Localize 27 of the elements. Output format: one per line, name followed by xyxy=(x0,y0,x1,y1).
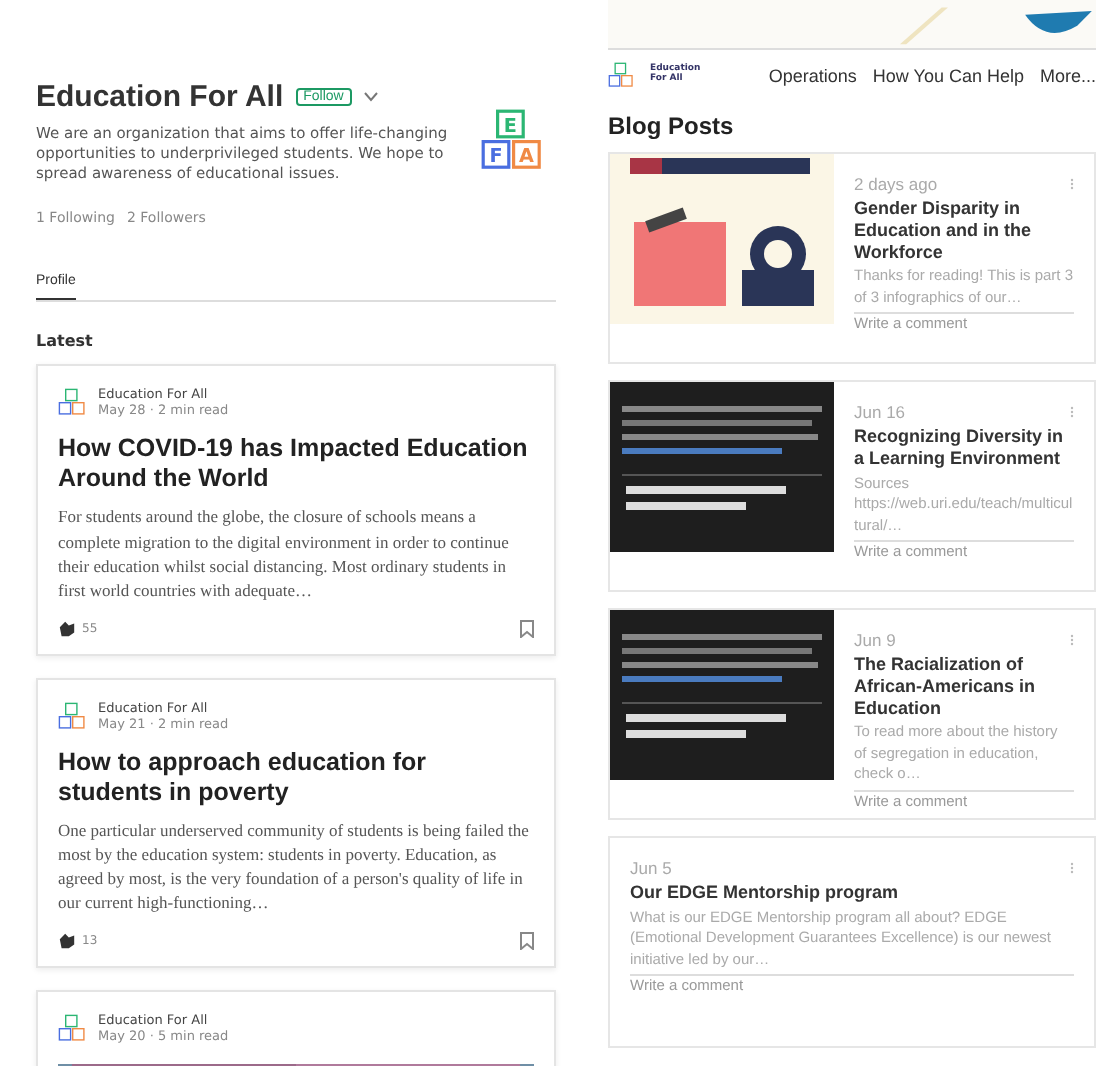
nav-link[interactable]: Operations xyxy=(768,65,857,85)
bookmark-icon[interactable] xyxy=(520,931,534,950)
post-title[interactable]: Recognizing Diversity in a Learning Environment xyxy=(854,426,1074,470)
chevron-down-icon[interactable] xyxy=(363,92,378,102)
story-title[interactable]: How to approach education for students in poverty xyxy=(58,747,534,807)
section-heading: Blog Posts xyxy=(608,112,736,140)
post-title[interactable]: Our EDGE Mentorship program xyxy=(630,882,1074,904)
post-date: Jun 16 xyxy=(854,402,906,422)
story-excerpt: For students around the globe, the closure of schools means a complete migration to the digital environment in order to continue their education whilst social distancing. Most ordinary students in first world countries with adequate… xyxy=(58,504,511,603)
post-date: 2 days ago xyxy=(854,174,938,194)
story-title[interactable]: How COVID-19 has Impacted Education Around the World xyxy=(58,434,534,495)
story-excerpt: One particular underserved community of students is being failed the most by the education system: students in poverty. Education, as agreed by most, is the very foundation of a person's quality of life in our current high-functioning… xyxy=(58,817,531,916)
story-card[interactable] xyxy=(36,364,556,655)
profile-name: Education For All xyxy=(36,80,284,114)
section-heading: Latest xyxy=(36,332,95,351)
story-card[interactable] xyxy=(36,677,556,968)
bookmark-icon[interactable] xyxy=(520,619,534,637)
logo-icon xyxy=(58,1013,86,1042)
nav-link[interactable]: How You Can Help xyxy=(872,65,1024,85)
logo-icon xyxy=(58,388,86,417)
post-date: Jun 9 xyxy=(854,630,896,650)
post-title[interactable]: Gender Disparity in Education and in the Workforce xyxy=(854,198,1074,263)
logo-icon xyxy=(608,62,634,88)
post-date: Jun 5 xyxy=(630,858,672,878)
logo-icon xyxy=(58,701,86,729)
post-title[interactable]: The Racialization of African-Americans in Education xyxy=(854,654,1074,719)
nav-link[interactable]: More... xyxy=(1039,65,1096,85)
